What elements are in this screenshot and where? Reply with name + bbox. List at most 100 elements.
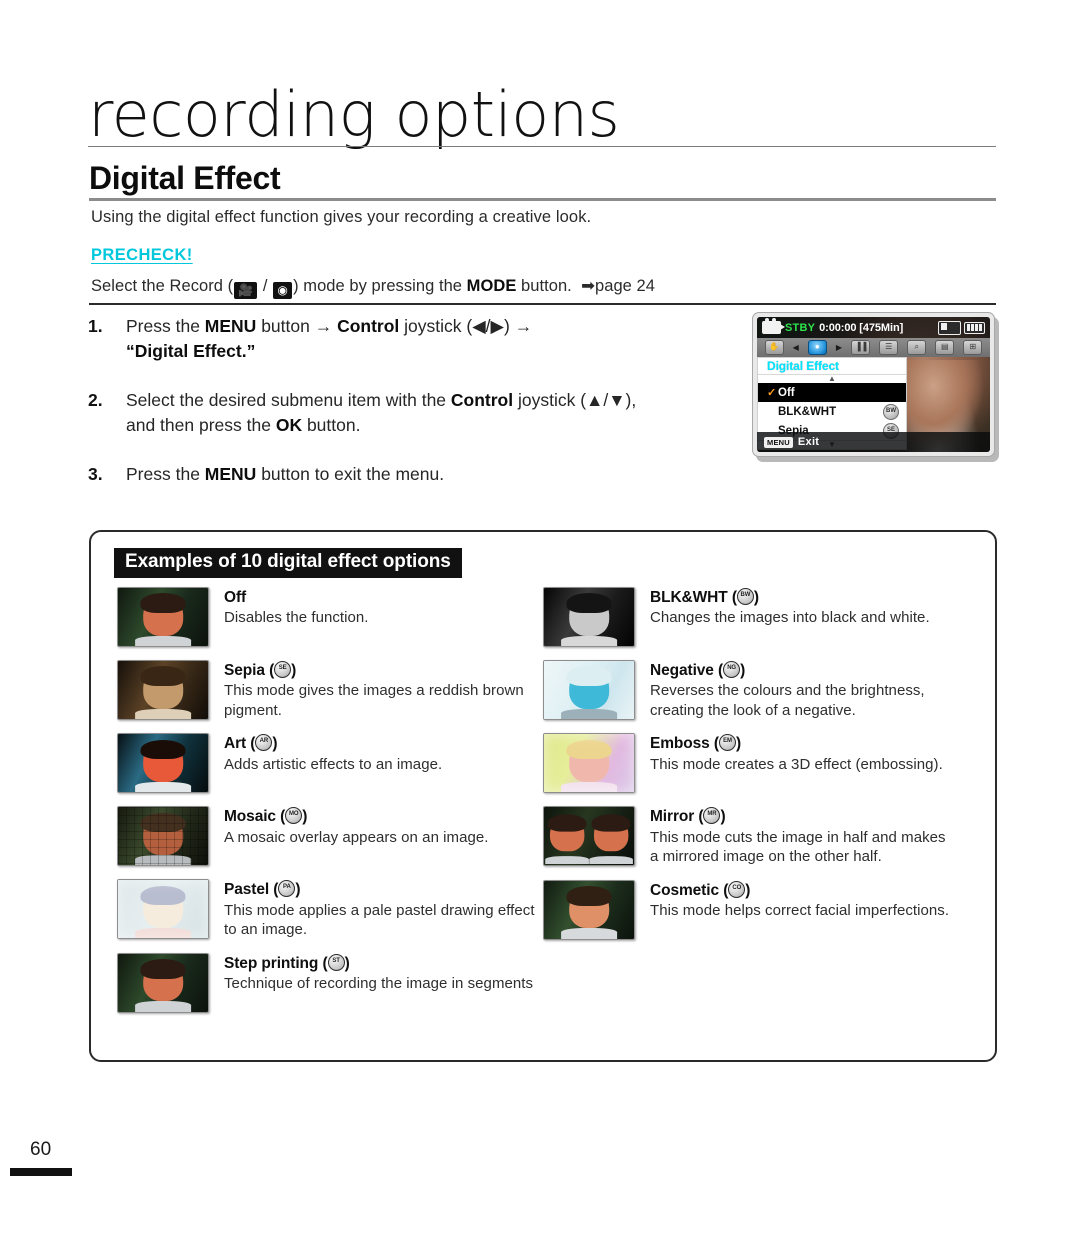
effect-name: Mirror (MR) <box>650 807 726 826</box>
effect-text-block: Off Disables the function. <box>209 587 369 628</box>
thumbnail-body <box>135 708 191 719</box>
effect-text-block: BLK&WHT (BW) Changes the images into blac… <box>635 587 930 628</box>
examples-column-left: Off Disables the function. Sepia (SE) This … <box>91 587 543 1026</box>
section-intro: Using the digital effect function gives … <box>91 208 592 226</box>
step-text: button. <box>302 415 361 436</box>
exposure-icon[interactable]: ▐▐ <box>851 340 871 355</box>
arrow-left-icon: ◀ <box>792 343 799 352</box>
thumbnail-face <box>544 880 634 939</box>
effect-thumbnail <box>117 952 209 1013</box>
effect-row: Mirror (MR) This mode cuts the image in h… <box>543 806 995 867</box>
quality-icon[interactable]: ▤ <box>935 340 955 355</box>
effect-badge-icon: MO <box>285 807 303 825</box>
lcd-status-bar: STBY 0:00:00 [475Min] <box>757 317 990 338</box>
effect-name: Step printing (ST) <box>224 953 350 972</box>
thumbnail-body <box>561 635 617 646</box>
scroll-up-icon[interactable]: ▲ <box>758 374 906 383</box>
effect-description: This mode helps correct facial imperfect… <box>650 902 950 920</box>
thumbnail-mosaic-overlay <box>118 807 208 866</box>
thumbnail-face <box>118 880 208 939</box>
record-state-label: STBY <box>785 321 816 334</box>
effect-description: This mode creates a 3D effect (embossing… <box>650 755 943 773</box>
step-emphasis: Control <box>450 389 514 410</box>
instruction-steps: 1. Press the MENU button → Control joysti… <box>88 314 728 510</box>
examples-panel: Examples of 10 digital effect options Of… <box>89 530 997 1062</box>
thumbnail-soft-overlay <box>544 734 634 792</box>
step-number: 3. <box>88 463 103 484</box>
effect-name-label: Pastel <box>224 881 270 899</box>
thumbnail-face <box>118 807 208 866</box>
precheck-label: PRECHECK! <box>91 246 193 264</box>
thumbnail-hair <box>566 885 612 906</box>
instruction-step: 3. Press the MENU button to exit the menu… <box>88 462 728 487</box>
effect-name-label: Off <box>224 589 247 606</box>
step-text: and then press the <box>126 415 276 436</box>
effect-thumbnail <box>543 660 635 720</box>
effect-text-block: Mirror (MR) This mode cuts the image in h… <box>635 806 950 866</box>
hand-shake-icon[interactable]: ✋ <box>764 340 784 355</box>
effect-row: Mosaic (MO) A mosaic overlay appears on a… <box>117 806 543 867</box>
thumbnail-face <box>544 588 634 646</box>
menu-key-badge[interactable]: MENU <box>764 436 793 448</box>
photo-camera-icon: ◉ <box>273 282 293 299</box>
check-icon: ✓ <box>767 387 777 399</box>
thumbnail-hair <box>140 666 186 686</box>
thumbnail-face <box>118 953 208 1012</box>
effect-thumbnail <box>543 806 635 867</box>
thumbnail-body <box>135 635 191 646</box>
thumbnail-body <box>545 856 590 865</box>
effect-text-block: Sepia (SE) This mode gives the images a r… <box>209 660 543 720</box>
step-emphasis: Control <box>337 316 400 336</box>
scene-mode-icon[interactable]: ☰ <box>879 340 899 355</box>
digital-effect-icon[interactable]: ● <box>807 340 827 355</box>
effect-text-block: Cosmetic (CO) This mode helps correct fac… <box>635 880 949 921</box>
folio-rule <box>10 1168 72 1176</box>
effect-description: This mode gives the images a reddish bro… <box>224 682 524 719</box>
exit-label: Exit <box>797 436 820 448</box>
thumbnail-face <box>118 588 208 646</box>
thumbnail-hair <box>566 593 612 613</box>
thumbnail-face <box>118 734 208 793</box>
effect-name-label: Emboss <box>650 735 710 753</box>
effect-name: Pastel (PA) <box>224 880 301 899</box>
effect-name: Negative (NG) <box>650 661 746 679</box>
examples-column-right: BLK&WHT (BW) Changes the images into blac… <box>543 587 995 1026</box>
thumbnail-soft-overlay <box>118 880 208 938</box>
menu-item[interactable]: BLK&WHT BW <box>758 402 906 421</box>
memory-card-icon <box>938 320 961 335</box>
thumbnail-body <box>135 1001 191 1012</box>
effect-name-label: Negative <box>650 662 714 679</box>
thumbnail-body <box>561 708 617 719</box>
chapter-divider <box>88 146 996 147</box>
effect-name-label: Step printing <box>224 954 319 972</box>
menu-item[interactable]: ✓ Off <box>758 383 906 402</box>
precheck-text-end: button. <box>516 277 572 295</box>
effect-description: Changes the images into black and white. <box>650 609 930 627</box>
effect-row: Negative (NG) Reverses the colours and th… <box>543 660 995 720</box>
lcd-screen: STBY 0:00:00 [475Min] ✋ ◀ ● ▶ ▐▐ ☰ ⌕ ▤ ⊞ Digital… <box>757 317 990 452</box>
effect-badge-icon: EM <box>718 734 736 752</box>
effect-text-block: Mosaic (MO) A mosaic overlay appears on a… <box>209 806 489 847</box>
effect-name-label: BLK&WHT <box>650 589 728 606</box>
effect-text-block: Pastel (PA) This mode applies a pale past… <box>209 879 543 939</box>
thumbnail-face <box>544 734 634 793</box>
effect-thumbnail <box>117 806 209 867</box>
thumbnail-face <box>544 807 634 866</box>
lcd-tab-bar[interactable]: ✋ ◀ ● ▶ ▐▐ ☰ ⌕ ▤ ⊞ <box>757 338 990 357</box>
effect-name-label: Sepia <box>224 662 265 679</box>
effect-row: Emboss (EM) This mode creates a 3D effect… <box>543 733 995 794</box>
step-text: joystick (◀/▶) → <box>399 316 533 336</box>
page-reference: ➡page 24 <box>581 277 655 295</box>
zoom-icon[interactable]: ⌕ <box>907 340 927 355</box>
camcorder-icon <box>762 318 785 334</box>
effect-text-block: Negative (NG) Reverses the colours and th… <box>635 660 950 720</box>
thumbnail-face <box>118 661 208 719</box>
display-icon[interactable]: ⊞ <box>963 340 983 355</box>
thumbnail-body <box>135 781 191 793</box>
step-emphasis: MENU <box>204 463 257 484</box>
precheck-text-before: Select the Record ( <box>91 277 234 295</box>
effect-row: Sepia (SE) This mode gives the images a r… <box>117 660 543 720</box>
effect-description: Disables the function. <box>224 609 369 627</box>
effect-name: Emboss (EM) <box>650 734 742 753</box>
effect-text-block: Step printing (ST) Technique of recording… <box>209 953 533 994</box>
